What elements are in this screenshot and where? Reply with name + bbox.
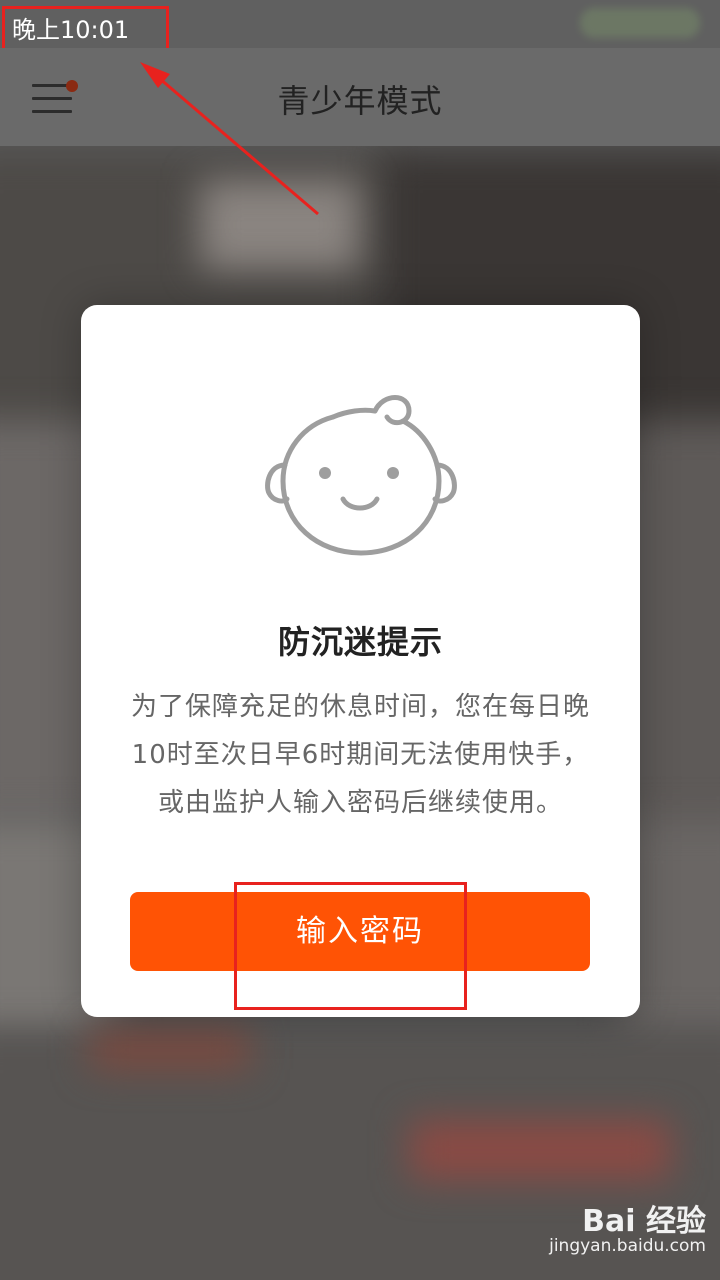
watermark-logo: Bai 经验 — [582, 1204, 706, 1239]
annotation-box-button — [234, 882, 467, 1010]
baby-face-icon — [265, 395, 457, 556]
watermark-url: jingyan.baidu.com — [549, 1236, 706, 1256]
dialog-title: 防沉迷提示 — [277, 623, 443, 661]
app-header: 青少年模式 — [0, 48, 720, 146]
dialog-message: 为了保障充足的休息时间，您在每日晚10时至次日早6时期间无法使用快手，或由监护人… — [130, 692, 590, 818]
page-title: 青少年模式 — [277, 82, 443, 120]
baidu-jingyan-watermark: Bai 经验 jingyan.baidu.com — [526, 1196, 706, 1266]
status-indicators — [580, 8, 700, 38]
